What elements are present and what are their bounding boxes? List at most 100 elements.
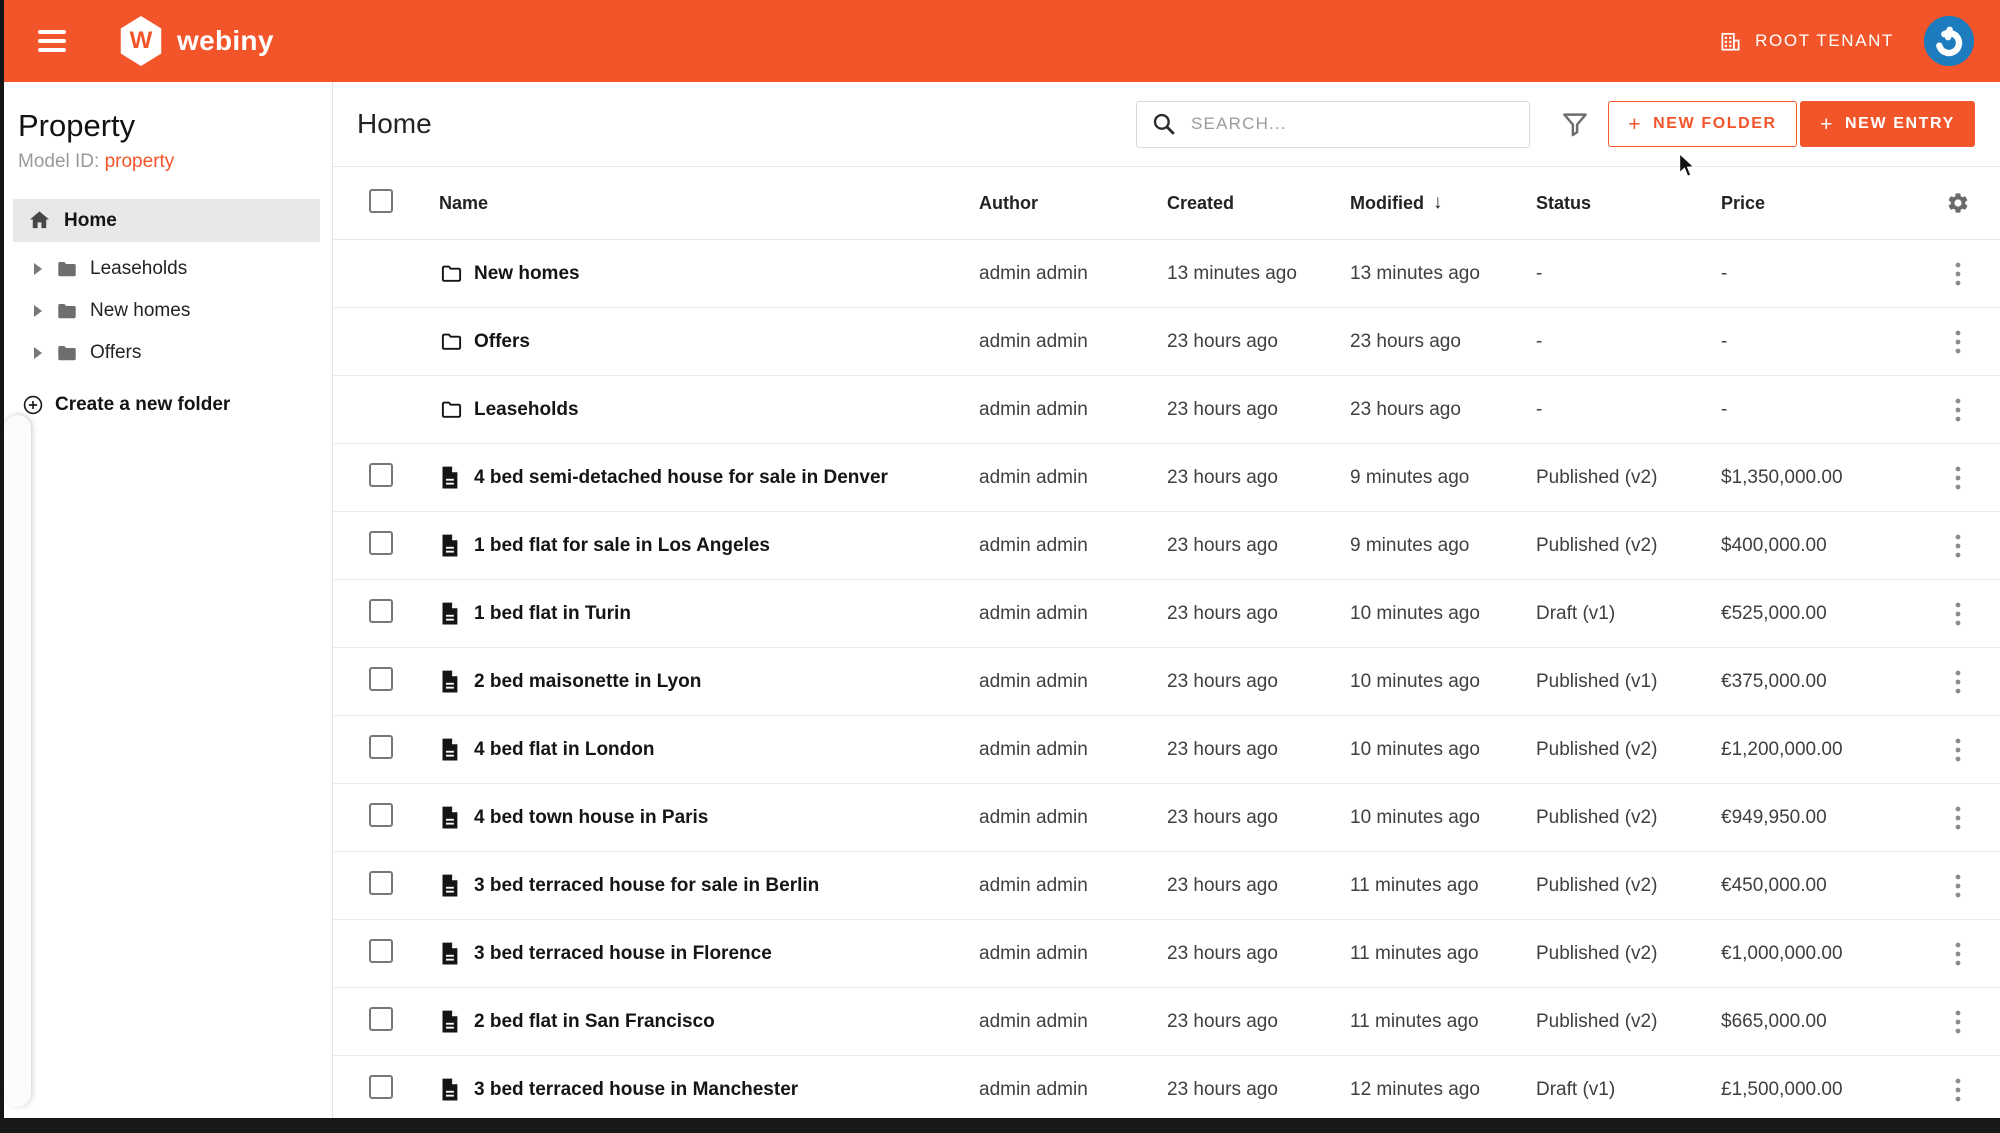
table-row[interactable]: 4 bed town house in Parisadmin admin23 h… — [333, 784, 2000, 852]
row-name[interactable]: 4 bed flat in London — [474, 739, 979, 761]
sidebar-folder-item[interactable]: New homes — [4, 290, 332, 332]
row-checkbox[interactable] — [369, 803, 393, 827]
row-menu-button[interactable] — [1953, 1076, 1963, 1104]
column-header-created[interactable]: Created — [1167, 193, 1350, 214]
new-folder-button[interactable]: + NEW FOLDER — [1608, 101, 1797, 147]
table-row[interactable]: 2 bed flat in San Franciscoadmin admin23… — [333, 988, 2000, 1056]
chevron-right-icon[interactable] — [34, 263, 42, 275]
row-author: admin admin — [979, 671, 1167, 693]
row-name[interactable]: 3 bed terraced house in Manchester — [474, 1079, 979, 1101]
chevron-right-icon[interactable] — [34, 347, 42, 359]
table-row[interactable]: 4 bed flat in Londonadmin admin23 hours … — [333, 716, 2000, 784]
folder-icon — [55, 258, 79, 280]
file-icon — [439, 873, 474, 898]
row-menu-button[interactable] — [1953, 940, 1963, 968]
row-checkbox[interactable] — [369, 1075, 393, 1099]
column-header-author[interactable]: Author — [979, 193, 1167, 214]
row-status: Published (v2) — [1536, 943, 1721, 965]
row-checkbox-cell — [369, 1007, 439, 1036]
column-header-name[interactable]: Name — [439, 193, 979, 214]
table-row[interactable]: 3 bed terraced house in Florenceadmin ad… — [333, 920, 2000, 988]
row-name[interactable]: 3 bed terraced house in Florence — [474, 943, 979, 965]
row-name[interactable]: New homes — [474, 263, 979, 285]
row-modified: 23 hours ago — [1350, 331, 1536, 353]
row-checkbox[interactable] — [369, 735, 393, 759]
tenant-selector[interactable]: ROOT TENANT — [1719, 30, 1894, 53]
row-checkbox[interactable] — [369, 531, 393, 555]
table-row[interactable]: New homesadmin admin13 minutes ago13 min… — [333, 240, 2000, 308]
header-checkbox[interactable] — [369, 189, 393, 213]
create-folder-button[interactable]: Create a new folder — [4, 394, 332, 416]
row-menu-button[interactable] — [1953, 668, 1963, 696]
row-created: 23 hours ago — [1167, 399, 1350, 421]
row-menu-button[interactable] — [1953, 260, 1963, 288]
table-row[interactable]: Offersadmin admin23 hours ago23 hours ag… — [333, 308, 2000, 376]
row-name[interactable]: Leaseholds — [474, 399, 979, 421]
row-checkbox[interactable] — [369, 939, 393, 963]
table-row[interactable]: Leaseholdsadmin admin23 hours ago23 hour… — [333, 376, 2000, 444]
sidebar-folder-item[interactable]: Offers — [4, 332, 332, 374]
row-name[interactable]: 2 bed maisonette in Lyon — [474, 671, 979, 693]
row-price: $1,350,000.00 — [1721, 467, 1926, 489]
table-settings-button[interactable] — [1946, 191, 1970, 215]
row-name[interactable]: 1 bed flat in Turin — [474, 603, 979, 625]
search-icon — [1151, 111, 1177, 137]
column-header-modified[interactable]: Modified ↓ — [1350, 192, 1536, 214]
row-menu-button[interactable] — [1953, 464, 1963, 492]
row-modified: 10 minutes ago — [1350, 603, 1536, 625]
row-checkbox[interactable] — [369, 871, 393, 895]
table-row[interactable]: 1 bed flat in Turinadmin admin23 hours a… — [333, 580, 2000, 648]
row-menu-button[interactable] — [1953, 736, 1963, 764]
row-name[interactable]: 4 bed town house in Paris — [474, 807, 979, 829]
row-menu-button[interactable] — [1953, 872, 1963, 900]
model-id: Model ID: property — [18, 151, 316, 173]
table-row[interactable]: 1 bed flat for sale in Los Angelesadmin … — [333, 512, 2000, 580]
row-checkbox[interactable] — [369, 599, 393, 623]
row-price: €375,000.00 — [1721, 671, 1926, 693]
file-icon — [439, 669, 474, 694]
row-price: €525,000.00 — [1721, 603, 1926, 625]
row-name[interactable]: 2 bed flat in San Francisco — [474, 1011, 979, 1033]
avatar[interactable] — [1924, 16, 1974, 66]
filter-button[interactable] — [1560, 109, 1590, 139]
table-row[interactable]: 3 bed terraced house in Manchesteradmin … — [333, 1056, 2000, 1124]
table-row[interactable]: 3 bed terraced house for sale in Berlina… — [333, 852, 2000, 920]
row-menu-button[interactable] — [1953, 396, 1963, 424]
row-name[interactable]: Offers — [474, 331, 979, 353]
row-menu-button[interactable] — [1953, 804, 1963, 832]
webiny-logo[interactable]: W webiny — [118, 16, 274, 66]
model-id-value[interactable]: property — [105, 151, 175, 172]
sidebar-folder-item[interactable]: Leaseholds — [4, 248, 332, 290]
funnel-icon — [1560, 109, 1590, 139]
sidebar-item-home[interactable]: Home — [13, 199, 320, 242]
chevron-right-icon[interactable] — [34, 305, 42, 317]
plus-icon: + — [1820, 114, 1834, 135]
row-price: £1,500,000.00 — [1721, 1079, 1926, 1101]
column-header-status[interactable]: Status — [1536, 193, 1721, 214]
file-icon — [439, 601, 474, 626]
table-row[interactable]: 4 bed semi-detached house for sale in De… — [333, 444, 2000, 512]
row-checkbox[interactable] — [369, 667, 393, 691]
row-menu-button[interactable] — [1953, 1008, 1963, 1036]
column-header-price[interactable]: Price — [1721, 193, 1926, 214]
row-name[interactable]: 3 bed terraced house for sale in Berlin — [474, 875, 979, 897]
row-name[interactable]: 4 bed semi-detached house for sale in De… — [474, 467, 979, 489]
row-checkbox[interactable] — [369, 463, 393, 487]
row-menu-button[interactable] — [1953, 328, 1963, 356]
row-created: 23 hours ago — [1167, 943, 1350, 965]
row-name[interactable]: 1 bed flat for sale in Los Angeles — [474, 535, 979, 557]
row-checkbox-cell — [369, 531, 439, 560]
row-menu-button[interactable] — [1953, 532, 1963, 560]
row-author: admin admin — [979, 739, 1167, 761]
window-bottom-edge — [0, 1118, 2000, 1133]
new-entry-button[interactable]: + NEW ENTRY — [1800, 101, 1975, 147]
table-row[interactable]: 2 bed maisonette in Lyonadmin admin23 ho… — [333, 648, 2000, 716]
row-menu-button[interactable] — [1953, 600, 1963, 628]
menu-icon[interactable] — [38, 30, 66, 52]
home-icon — [28, 209, 51, 232]
row-checkbox[interactable] — [369, 1007, 393, 1031]
row-modified: 9 minutes ago — [1350, 467, 1536, 489]
search-input[interactable] — [1189, 113, 1529, 135]
row-checkbox-cell — [369, 735, 439, 764]
row-status: Draft (v1) — [1536, 603, 1721, 625]
